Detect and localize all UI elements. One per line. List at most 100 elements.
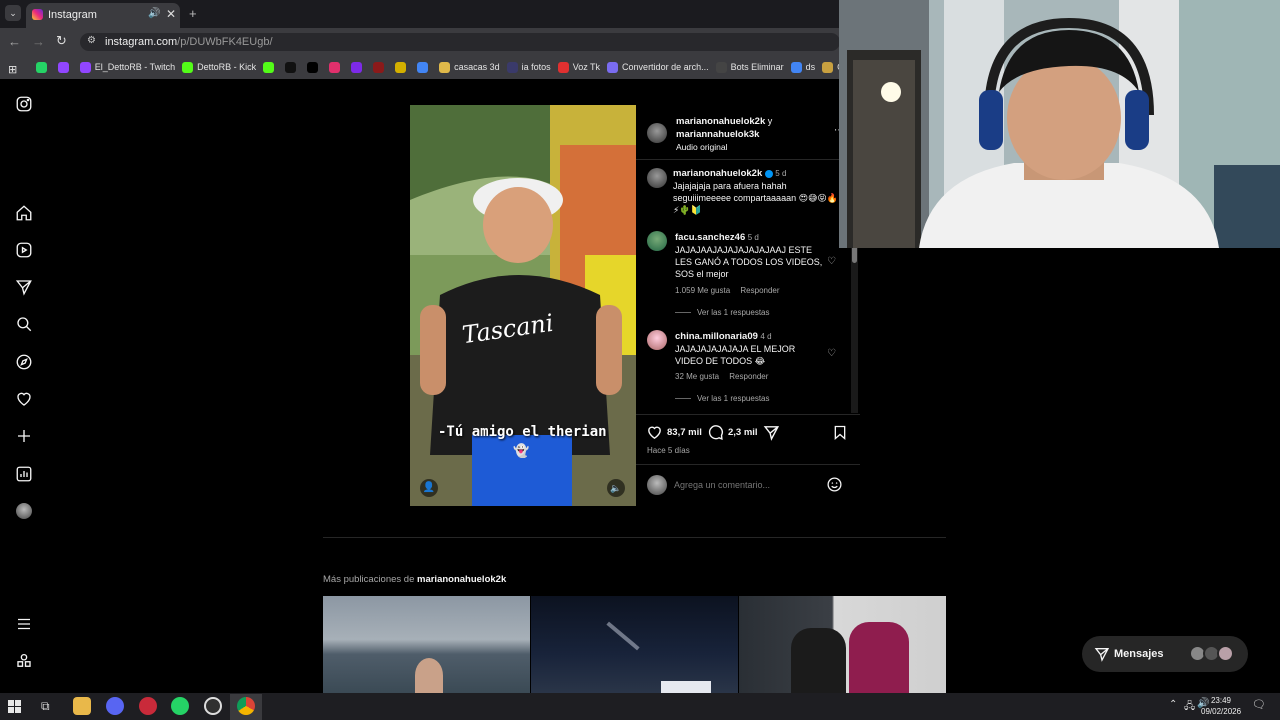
- instagram-logo-icon[interactable]: [14, 94, 34, 114]
- bookmark-item[interactable]: [57, 55, 73, 79]
- notifications-icon[interactable]: 🗨: [1252, 698, 1266, 711]
- tray-expand-icon[interactable]: ⌃: [1169, 699, 1177, 710]
- comment-user[interactable]: facu.sanchez46: [675, 232, 745, 243]
- bookmark-item[interactable]: casacas 3d: [439, 55, 500, 79]
- chrome-icon[interactable]: [237, 697, 255, 715]
- messages-button[interactable]: Mensajes: [1082, 636, 1248, 672]
- task-view-icon[interactable]: ⧉: [41, 699, 50, 714]
- reels-icon[interactable]: [14, 240, 34, 260]
- dashboard-icon[interactable]: [14, 464, 34, 484]
- header-divider: [636, 159, 860, 160]
- new-tab-button[interactable]: +: [189, 6, 197, 21]
- clock[interactable]: 23:49 09/02/2026: [1201, 695, 1241, 717]
- comment-likes[interactable]: 32 Me gusta: [675, 372, 719, 381]
- bookmark-item[interactable]: [373, 55, 388, 79]
- header-user-2[interactable]: mariannahuelok3k: [676, 129, 759, 140]
- comment-like-icon[interactable]: ♡: [827, 256, 836, 267]
- header-avatar[interactable]: [647, 123, 667, 143]
- speaker-icon[interactable]: 🔊: [148, 8, 160, 19]
- search-icon[interactable]: [14, 314, 34, 334]
- view-replies[interactable]: Ver las 1 respuestas: [675, 394, 769, 403]
- post-thumbnail[interactable]: [739, 596, 946, 693]
- obs-recorder-icon[interactable]: [139, 697, 157, 715]
- whatsapp-icon[interactable]: [171, 697, 189, 715]
- caption-user[interactable]: marianonahuelok2k: [673, 168, 762, 179]
- close-tab-icon[interactable]: ✕: [166, 7, 176, 21]
- bookmark-item[interactable]: Bots Eliminar: [715, 55, 784, 79]
- caption-avatar[interactable]: [647, 168, 667, 188]
- bookmark-label: ds: [805, 62, 816, 72]
- bookmark-item[interactable]: DettoRB - Kick: [182, 55, 256, 79]
- left-sidebar: [0, 79, 48, 693]
- audio-label[interactable]: Audio original: [676, 142, 728, 152]
- tagged-users-icon[interactable]: 👤: [420, 479, 438, 497]
- send-icon[interactable]: [14, 277, 34, 297]
- like-button[interactable]: 83,7 mil: [646, 424, 702, 441]
- tab-title: Instagram: [48, 9, 97, 21]
- bookmark-item[interactable]: [285, 55, 300, 79]
- heart-icon[interactable]: [14, 389, 34, 409]
- bookmark-item[interactable]: ds: [790, 55, 816, 79]
- comment-actions: 32 Me gusta Responder: [675, 372, 768, 381]
- bookmark-item[interactable]: [307, 55, 322, 79]
- save-bookmark-icon[interactable]: [832, 424, 848, 446]
- network-icon[interactable]: 🖧: [1184, 699, 1195, 716]
- bookmark-item[interactable]: [417, 55, 432, 79]
- file-explorer-icon[interactable]: [73, 697, 91, 715]
- menu-icon[interactable]: [14, 614, 34, 634]
- reload-icon[interactable]: ↻: [56, 33, 67, 49]
- reel-video[interactable]: Tascani -Tú amigo el therian 👻 👤 🔈: [410, 105, 636, 506]
- tab-list-button[interactable]: ⌄: [5, 5, 21, 21]
- bookmark-item[interactable]: [395, 55, 410, 79]
- site-info-icon[interactable]: ⚙: [87, 35, 96, 46]
- comment-like-icon[interactable]: ♡: [827, 348, 836, 359]
- apps-grid-icon[interactable]: ⊞: [8, 57, 17, 79]
- bookmark-item[interactable]: Voz Tk: [557, 55, 600, 79]
- bookmark-item[interactable]: [263, 55, 278, 79]
- browser-tab-instagram[interactable]: Instagram 🔊 ✕: [26, 3, 180, 28]
- emoji-picker-icon[interactable]: [826, 476, 843, 498]
- more-divider: [323, 537, 946, 538]
- url-domain: instagram.com: [105, 36, 178, 48]
- comment-input[interactable]: [674, 476, 819, 494]
- post-date[interactable]: Hace 5 días: [647, 446, 690, 455]
- bookmark-item[interactable]: ia fotos: [506, 55, 551, 79]
- reply-button[interactable]: Responder: [740, 286, 779, 295]
- forward-icon[interactable]: →: [32, 34, 45, 49]
- comment-button[interactable]: 2,3 mil: [707, 424, 758, 441]
- mute-icon[interactable]: 🔈: [607, 479, 625, 497]
- header-user-1[interactable]: marianonahuelok2k: [676, 116, 765, 127]
- view-replies[interactable]: Ver las 1 respuestas: [675, 308, 769, 317]
- webcam-overlay: [839, 0, 1280, 248]
- comment-likes[interactable]: 1.059 Me gusta: [675, 286, 730, 295]
- bookmark-item[interactable]: El_DettoRB - Twitch: [79, 55, 175, 79]
- explore-icon[interactable]: [14, 352, 34, 372]
- comment-avatar[interactable]: [647, 330, 667, 350]
- obs-studio-icon[interactable]: [204, 697, 222, 715]
- threads-apps-icon[interactable]: [14, 651, 34, 671]
- bookmark-item[interactable]: Convertidor de arch...: [607, 55, 709, 79]
- bookmark-item[interactable]: [351, 55, 366, 79]
- url-bar[interactable]: ⚙ instagram.com/p/DUWbFK4EUgb/: [80, 33, 840, 51]
- post-thumbnail[interactable]: [531, 596, 738, 693]
- share-icon[interactable]: [763, 424, 780, 446]
- converter-icon: [607, 61, 619, 73]
- bookmark-item[interactable]: [35, 55, 51, 79]
- bookmark-item[interactable]: [329, 55, 344, 79]
- reply-button[interactable]: Responder: [729, 372, 768, 381]
- bookmark-label: Convertidor de arch...: [622, 62, 709, 72]
- canva-icon: [351, 61, 363, 73]
- profile-avatar[interactable]: [14, 501, 34, 521]
- back-icon[interactable]: ←: [8, 34, 21, 49]
- discord-icon[interactable]: [106, 697, 124, 715]
- more-user-link[interactable]: marianonahuelok2k: [417, 574, 506, 585]
- tiktok-icon: [285, 61, 297, 73]
- start-icon[interactable]: [8, 700, 21, 713]
- url-text: instagram.com/p/DUWbFK4EUgb/: [105, 36, 273, 48]
- home-icon[interactable]: [14, 203, 34, 223]
- create-plus-icon[interactable]: [14, 426, 34, 446]
- clock-date: 09/02/2026: [1201, 707, 1242, 716]
- comment-avatar[interactable]: [647, 231, 667, 251]
- comment-user[interactable]: china.millonaria09: [675, 331, 758, 342]
- post-thumbnail[interactable]: [323, 596, 530, 693]
